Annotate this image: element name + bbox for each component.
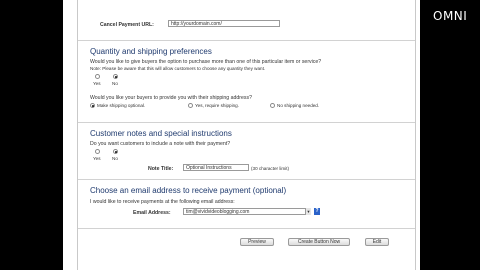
cancel-url-label: Cancel Payment URL: [100, 22, 154, 28]
notes-heading: Customer notes and special instructions [90, 129, 232, 138]
left-letterbox [0, 0, 63, 270]
quantity-yes-radio[interactable] [95, 74, 100, 79]
preview-button[interactable]: Preview [240, 238, 274, 246]
shipping-required-label: Yes, require shipping. [195, 103, 240, 108]
quantity-no-label: No [112, 81, 118, 86]
edit-button[interactable]: Edit [365, 238, 389, 246]
email-instruction: I would like to receive payments at the … [90, 199, 235, 205]
quantity-yes-label: Yes [93, 81, 101, 86]
browser-page: Cancel Payment URL: http://yourdomain.co… [63, 0, 420, 270]
note-title-label: Note Title: [148, 166, 174, 172]
quantity-no-radio[interactable] [113, 74, 118, 79]
shipping-none-radio[interactable] [270, 103, 275, 108]
notes-no-label: No [112, 156, 118, 161]
shipping-none-label: No shipping needed. [277, 103, 320, 108]
notes-question: Do you want customers to include a note … [90, 141, 231, 147]
chevron-down-icon[interactable]: ▼ [305, 208, 311, 215]
shipping-required-radio[interactable] [188, 103, 193, 108]
section-divider [78, 179, 415, 180]
email-label: Email Address: [133, 210, 171, 216]
channel-watermark: OMNI [433, 9, 468, 23]
notes-yes-radio[interactable] [95, 149, 100, 154]
quantity-question: Would you like to give buyers the option… [90, 59, 322, 65]
section-divider [78, 122, 415, 123]
shipping-question: Would you like your buyers to provide yo… [90, 95, 252, 101]
button-settings-form: Cancel Payment URL: http://yourdomain.co… [77, 0, 416, 270]
cancel-url-input[interactable]: http://yourdomain.com/ [168, 20, 280, 27]
section-divider [78, 228, 415, 229]
shipping-optional-label: Make shipping optional. [97, 103, 146, 108]
quantity-heading: Quantity and shipping preferences [90, 47, 212, 56]
notes-no-radio[interactable] [113, 149, 118, 154]
email-heading: Choose an email address to receive payme… [90, 186, 287, 195]
note-title-limit: (30 character limit) [251, 166, 290, 171]
note-title-input[interactable]: Optional Instructions [183, 164, 249, 171]
quantity-note: Note: Please be aware that this will all… [90, 66, 266, 71]
right-letterbox [420, 0, 480, 270]
email-select[interactable]: tim@vividvideoblogging.com [183, 208, 311, 215]
shipping-optional-radio[interactable] [90, 103, 95, 108]
create-button-now-button[interactable]: Create Button Now [288, 238, 350, 246]
section-divider [78, 40, 415, 41]
notes-yes-label: Yes [93, 156, 101, 161]
help-icon[interactable]: ? [314, 208, 320, 215]
